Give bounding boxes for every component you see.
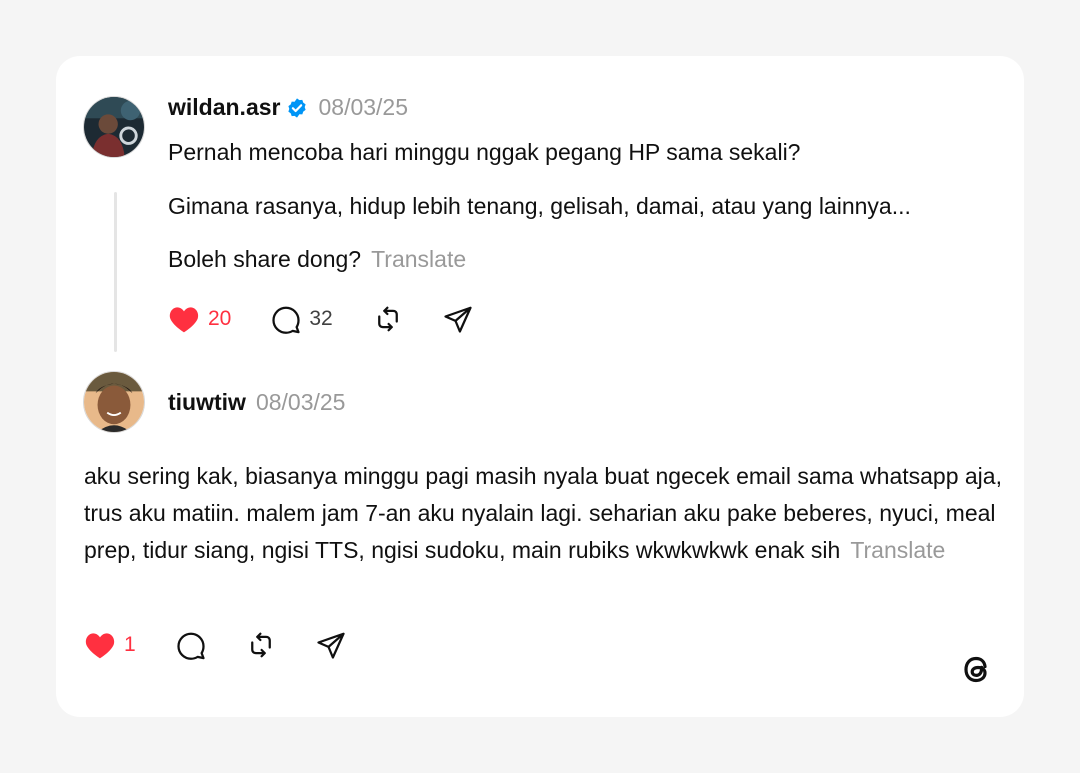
reply-text-container: aku sering kak, biasanya minggu pagi mas… (84, 458, 1004, 569)
reply-reply-button[interactable] (176, 630, 206, 660)
post-username[interactable]: wildan.asr (168, 94, 280, 121)
reply-translate-link[interactable]: Translate (850, 537, 945, 563)
repost-icon (377, 306, 398, 332)
threads-logo-icon (964, 656, 987, 683)
speech-bubble-icon (177, 632, 205, 660)
reply-repost-button[interactable] (246, 630, 276, 660)
post-share-button[interactable] (443, 304, 473, 334)
post-like-count: 20 (208, 307, 232, 330)
post-line-1: Pernah mencoba hari minggu nggak pegang … (168, 139, 801, 165)
avatar-tiuwtiw[interactable] (83, 371, 145, 433)
verified-badge-icon (286, 97, 308, 119)
post-repost-button[interactable] (373, 304, 403, 334)
reply-share-button[interactable] (316, 630, 346, 660)
post-like-button[interactable]: 20 (168, 304, 231, 334)
post-reply-count: 32 (309, 307, 333, 330)
post-translate-link[interactable]: Translate (371, 246, 466, 272)
paper-plane-icon (444, 306, 472, 333)
post-line-2: Gimana rasanya, hidup lebih tenang, geli… (168, 193, 911, 219)
heart-icon (85, 633, 115, 659)
reply-actions: 1 (84, 630, 386, 660)
post-actions: 20 32 (168, 304, 513, 334)
thread-card: wildan.asr 08/03/25 Pernah mencoba hari … (56, 56, 1024, 717)
reply-date: 08/03/25 (255, 389, 346, 415)
repost-icon (250, 632, 271, 658)
post-header: wildan.asr 08/03/25 (168, 94, 408, 121)
post-line-3-container: Boleh share dong? Translate (168, 244, 466, 274)
reply-like-button[interactable]: 1 (84, 630, 136, 660)
avatar-wildan[interactable] (83, 96, 145, 158)
post-date: 08/03/25 (318, 94, 409, 120)
reply-like-count: 1 (124, 633, 136, 656)
post-reply-button[interactable]: 32 (271, 304, 333, 334)
reply-username[interactable]: tiuwtiw (168, 389, 246, 416)
paper-plane-icon (317, 632, 345, 659)
post-line-3: Boleh share dong? (168, 246, 362, 272)
heart-icon (169, 307, 199, 333)
speech-bubble-icon (272, 306, 300, 334)
thread-line (114, 192, 117, 352)
reply-header: tiuwtiw 08/03/25 (168, 389, 345, 416)
